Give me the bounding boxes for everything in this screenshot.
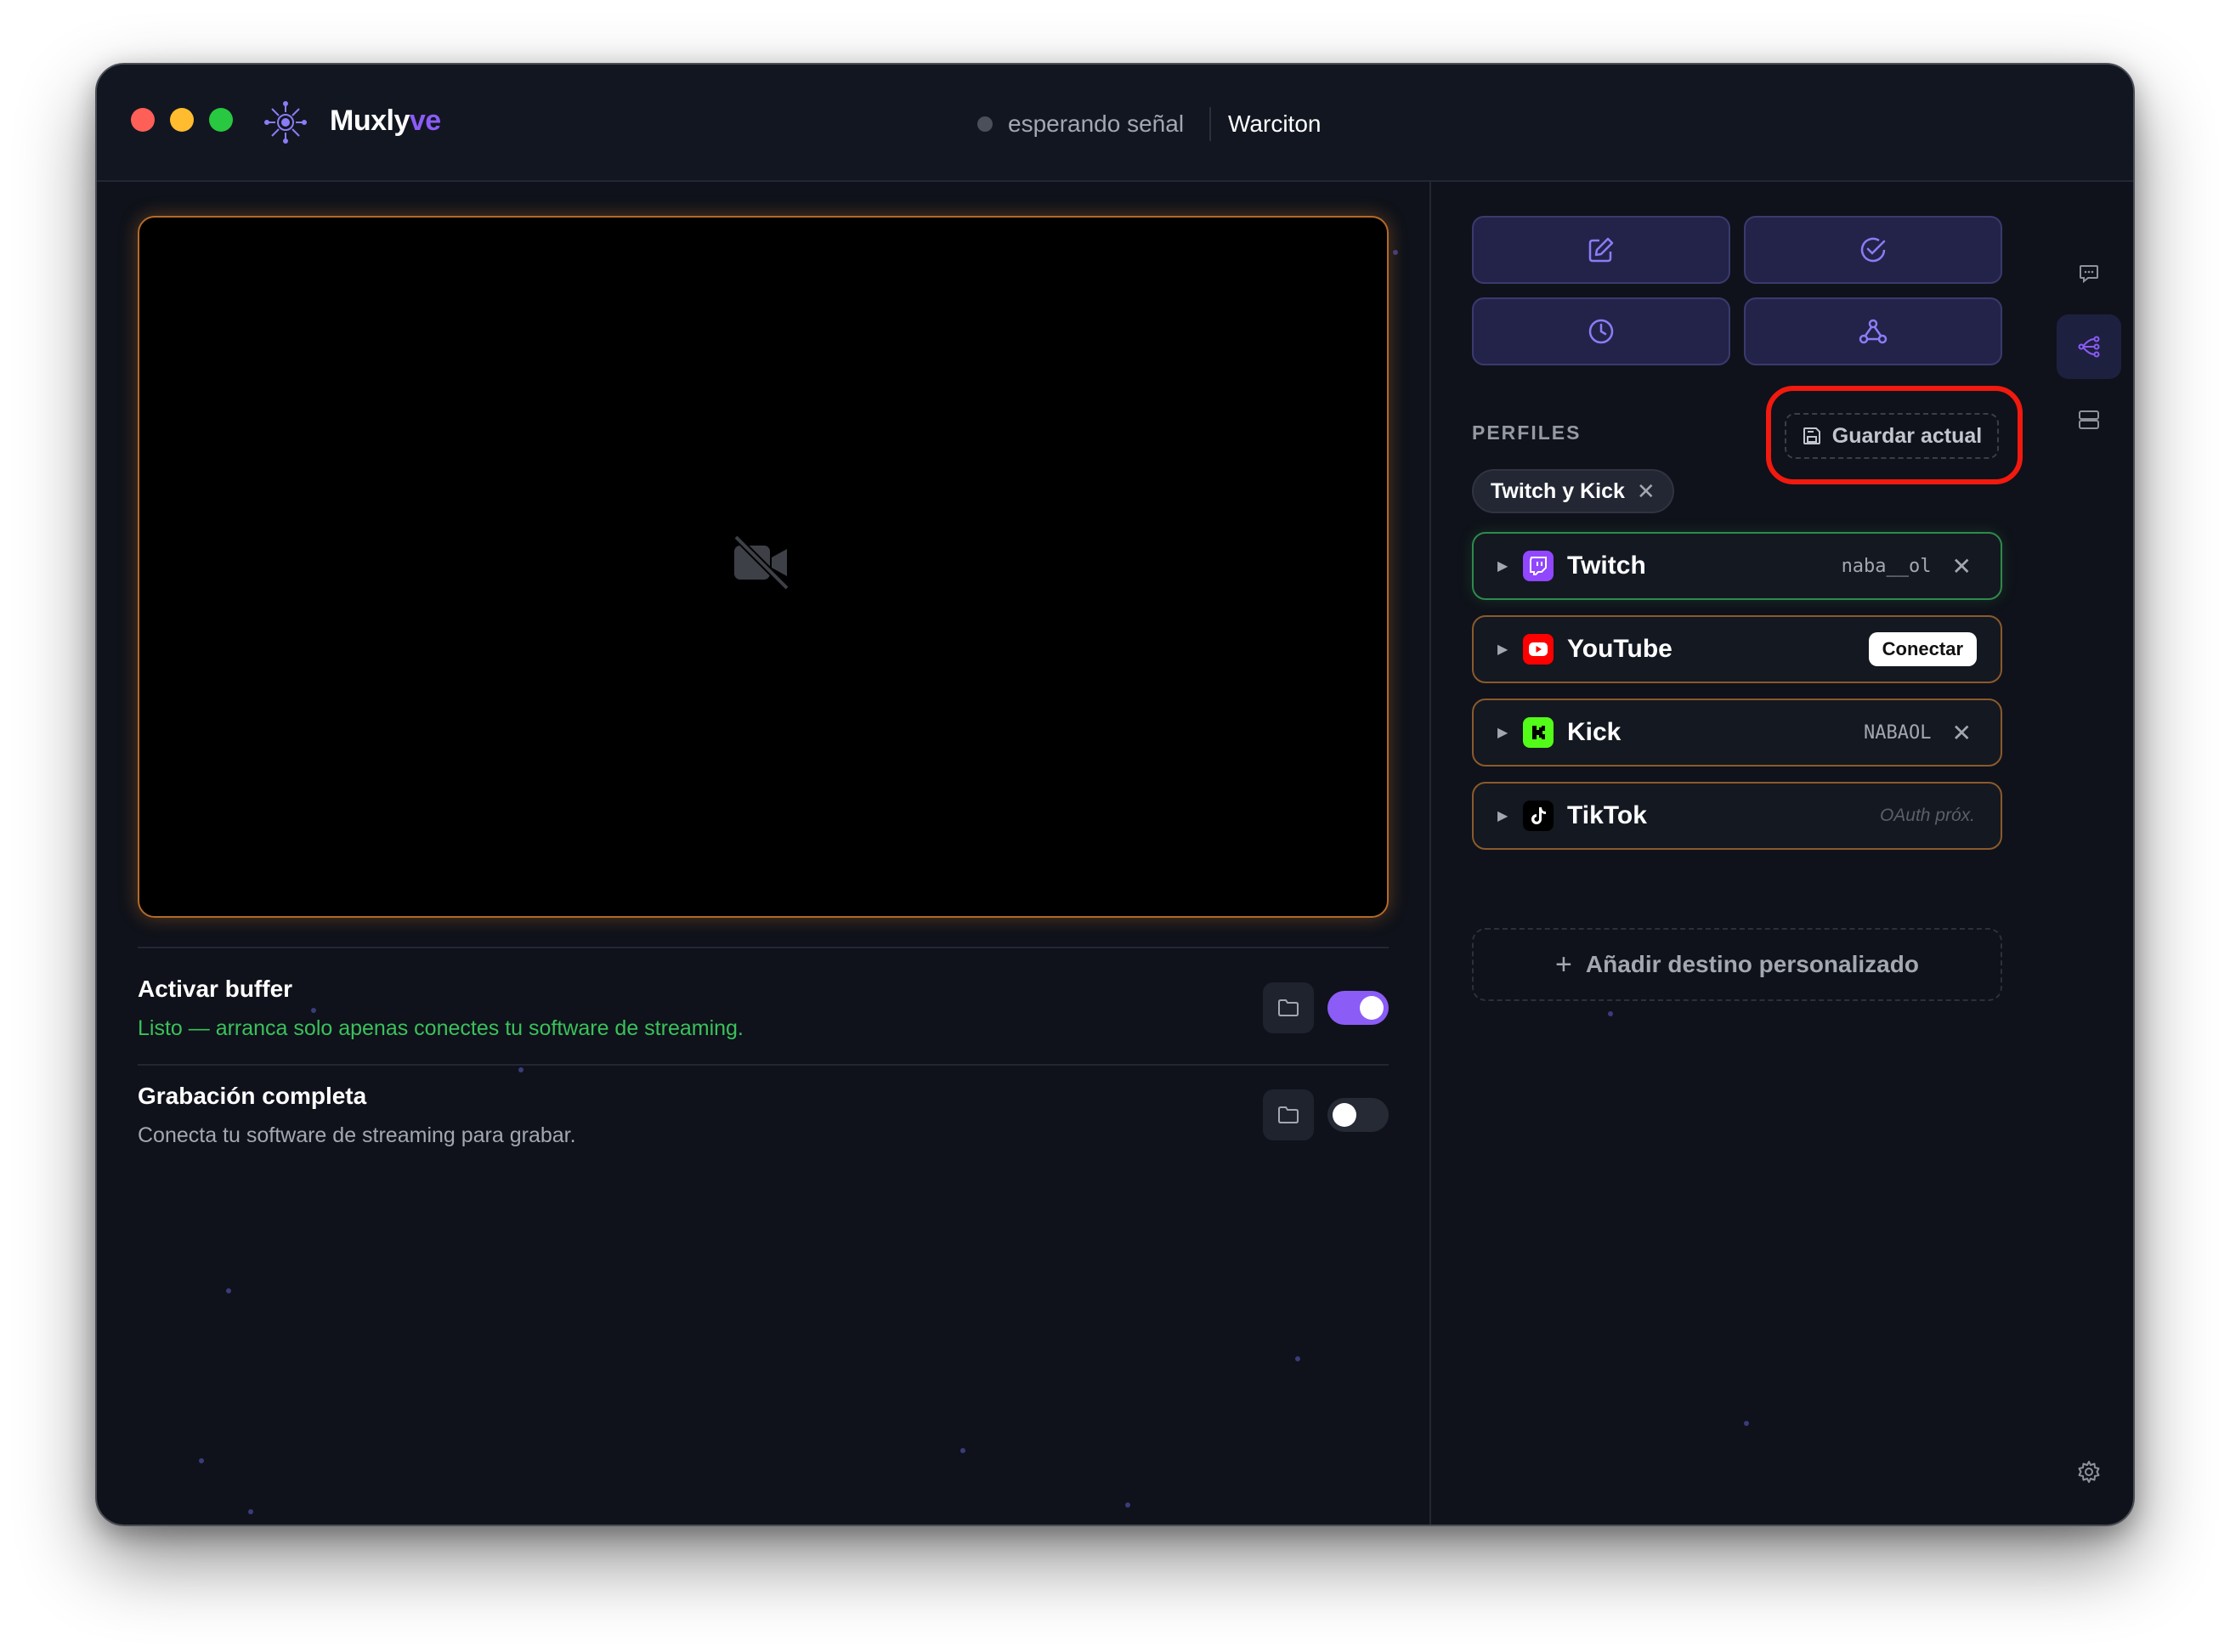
disconnect-icon[interactable]: ✕: [1952, 552, 1972, 580]
add-custom-destination-button[interactable]: + Añadir destino personalizado: [1472, 928, 2002, 1001]
particle: [960, 1448, 965, 1453]
status-dot: [977, 116, 993, 132]
remove-profile-icon[interactable]: ✕: [1637, 478, 1656, 505]
particle: [248, 1509, 253, 1514]
minimize-window-button[interactable]: [170, 108, 194, 132]
maximize-window-button[interactable]: [209, 108, 233, 132]
buffer-toggle[interactable]: [1327, 991, 1389, 1025]
annotation-highlight: [1766, 386, 2023, 484]
status-text: esperando señal: [1008, 110, 1185, 137]
destination-name: TikTok: [1567, 801, 1647, 829]
particle: [1295, 1356, 1300, 1361]
profiles-label: PERFILES: [1472, 421, 1582, 444]
particle: [1744, 1421, 1749, 1426]
close-window-button[interactable]: [131, 108, 155, 132]
profile-name: Warciton: [1228, 110, 1322, 137]
connection-status: esperando señal Warciton: [977, 107, 1321, 141]
full-recording-toggle[interactable]: [1327, 1098, 1389, 1132]
server-icon: [2079, 410, 2099, 429]
particle: [1125, 1502, 1130, 1508]
destinations-panel-button[interactable]: [2057, 314, 2121, 379]
buffer-option: Activar buffer Listo — arranca solo apen…: [138, 976, 1389, 1041]
expand-caret-icon[interactable]: ▶: [1497, 807, 1511, 824]
full-recording-option: Grabación completa Conecta tu software d…: [138, 1083, 1389, 1148]
gear-icon: [2078, 1461, 2100, 1483]
check-button[interactable]: [1744, 216, 2002, 284]
history-button[interactable]: [1472, 297, 1730, 365]
folder-icon: [1278, 999, 1299, 1016]
profile-chip[interactable]: Twitch y Kick ✕: [1472, 469, 1674, 513]
divider: [138, 1064, 1389, 1066]
buffer-description: Listo — arranca solo apenas conectes tu …: [138, 1016, 744, 1040]
folder-icon: [1278, 1106, 1299, 1123]
destination-name: Kick: [1567, 718, 1622, 746]
video-off-icon: [733, 535, 790, 591]
connect-button[interactable]: Conectar: [1868, 632, 1977, 666]
buffer-folder-button[interactable]: [1263, 982, 1314, 1033]
expand-caret-icon[interactable]: ▶: [1497, 557, 1511, 574]
particle: [226, 1288, 231, 1293]
chat-button[interactable]: [2057, 241, 2121, 306]
titlebar: Muxlyve esperando señal Warciton: [97, 65, 2133, 182]
disconnect-icon[interactable]: ✕: [1952, 719, 1972, 747]
chat-icon: [2080, 265, 2098, 284]
expand-caret-icon[interactable]: ▶: [1497, 641, 1511, 658]
add-destination-label: Añadir destino personalizado: [1585, 951, 1919, 977]
expand-caret-icon[interactable]: ▶: [1497, 724, 1511, 741]
divider: [138, 947, 1389, 948]
fork-icon: [2078, 336, 2100, 358]
panel-separator: [1429, 182, 1431, 1525]
plus-icon: +: [1555, 948, 1572, 981]
full-recording-description: Conecta tu software de streaming para gr…: [138, 1123, 576, 1147]
app-window: Muxlyve esperando señal Warciton Activar…: [95, 63, 2135, 1526]
destination-account: naba__ol: [1841, 555, 1932, 577]
tiktok-icon: [1523, 801, 1554, 831]
destination-name: YouTube: [1567, 635, 1672, 663]
twitch-icon: [1523, 551, 1554, 581]
destination-twitch[interactable]: ▶ Twitch naba__ol ✕: [1472, 532, 2002, 600]
webhook-icon: [1859, 319, 1888, 344]
status-separator: [1209, 107, 1212, 141]
app-title: Muxlyve: [330, 105, 441, 137]
particle: [1393, 250, 1398, 255]
video-preview: [138, 216, 1389, 918]
destination-account: NABAOL: [1864, 721, 1932, 744]
recording-folder-button[interactable]: [1263, 1089, 1314, 1140]
destination-name: Twitch: [1567, 552, 1646, 580]
particle: [199, 1458, 204, 1463]
kick-icon: [1523, 717, 1554, 748]
settings-button[interactable]: [2057, 1440, 2121, 1504]
destination-tiktok[interactable]: ▶ TikTok OAuth próx.: [1472, 782, 2002, 850]
edit-icon: [1588, 237, 1614, 263]
destination-kick[interactable]: ▶ Kick NABAOL ✕: [1472, 699, 2002, 767]
webhook-button[interactable]: [1744, 297, 2002, 365]
edit-button[interactable]: [1472, 216, 1730, 284]
full-recording-title: Grabación completa: [138, 1083, 367, 1109]
check-circle-icon: [1860, 237, 1886, 263]
youtube-icon: [1523, 634, 1554, 665]
storage-button[interactable]: [2057, 388, 2121, 452]
profile-chip-label: Twitch y Kick: [1491, 478, 1625, 503]
clock-icon: [1588, 319, 1614, 344]
particle: [1608, 1011, 1613, 1016]
oauth-note: OAuth próx.: [1879, 806, 1975, 825]
particle: [518, 1067, 524, 1072]
app-logo-icon: [264, 101, 307, 144]
destination-youtube[interactable]: ▶ YouTube Conectar: [1472, 615, 2002, 683]
buffer-title: Activar buffer: [138, 976, 293, 1002]
